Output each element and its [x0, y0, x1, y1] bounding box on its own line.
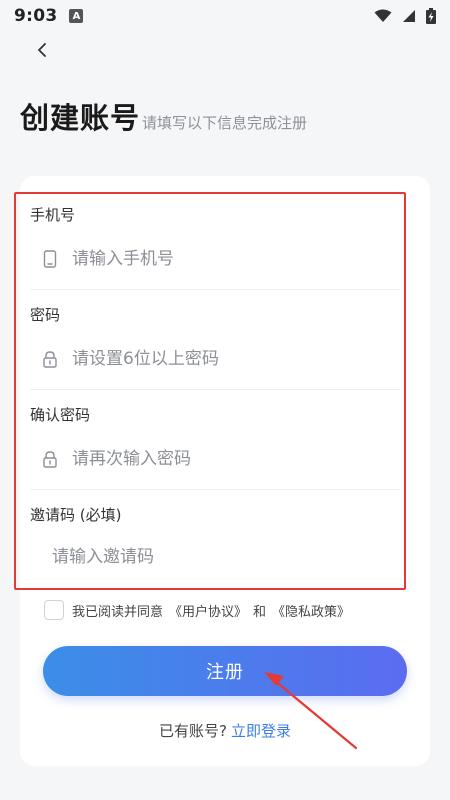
user-agreement-link[interactable]: 《用户协议》: [169, 601, 247, 620]
wifi-icon: [374, 9, 392, 22]
login-question: 已有账号?: [159, 722, 227, 740]
back-button[interactable]: [28, 38, 56, 62]
agreement-and: 和: [253, 604, 267, 620]
register-button[interactable]: 注册: [43, 646, 407, 696]
status-bar: 9:03 A: [0, 0, 450, 32]
page-subtitle: 请填写以下信息完成注册: [142, 114, 308, 132]
battery-charging-icon: [426, 8, 436, 24]
chevron-left-icon: [38, 43, 46, 57]
status-time: 9:03: [14, 6, 58, 26]
page-header: 创建账号 请填写以下信息完成注册: [20, 100, 307, 136]
cell-signal-icon: [403, 10, 415, 22]
privacy-policy-link[interactable]: 《隐私政策》: [272, 601, 350, 620]
page-title: 创建账号: [20, 101, 141, 135]
app-notification-icon: A: [69, 9, 84, 23]
status-icons: [374, 8, 436, 24]
agreement-checkbox[interactable]: [44, 600, 64, 620]
agreement-prefix: 我已阅读并同意: [72, 604, 164, 620]
login-link[interactable]: 立即登录: [231, 722, 291, 740]
agreement-row: 我已阅读并同意 《用户协议》 和 《隐私政策》: [44, 600, 350, 620]
login-prompt: 已有账号? 立即登录: [0, 720, 450, 741]
annotation-highlight-box: [14, 192, 406, 590]
